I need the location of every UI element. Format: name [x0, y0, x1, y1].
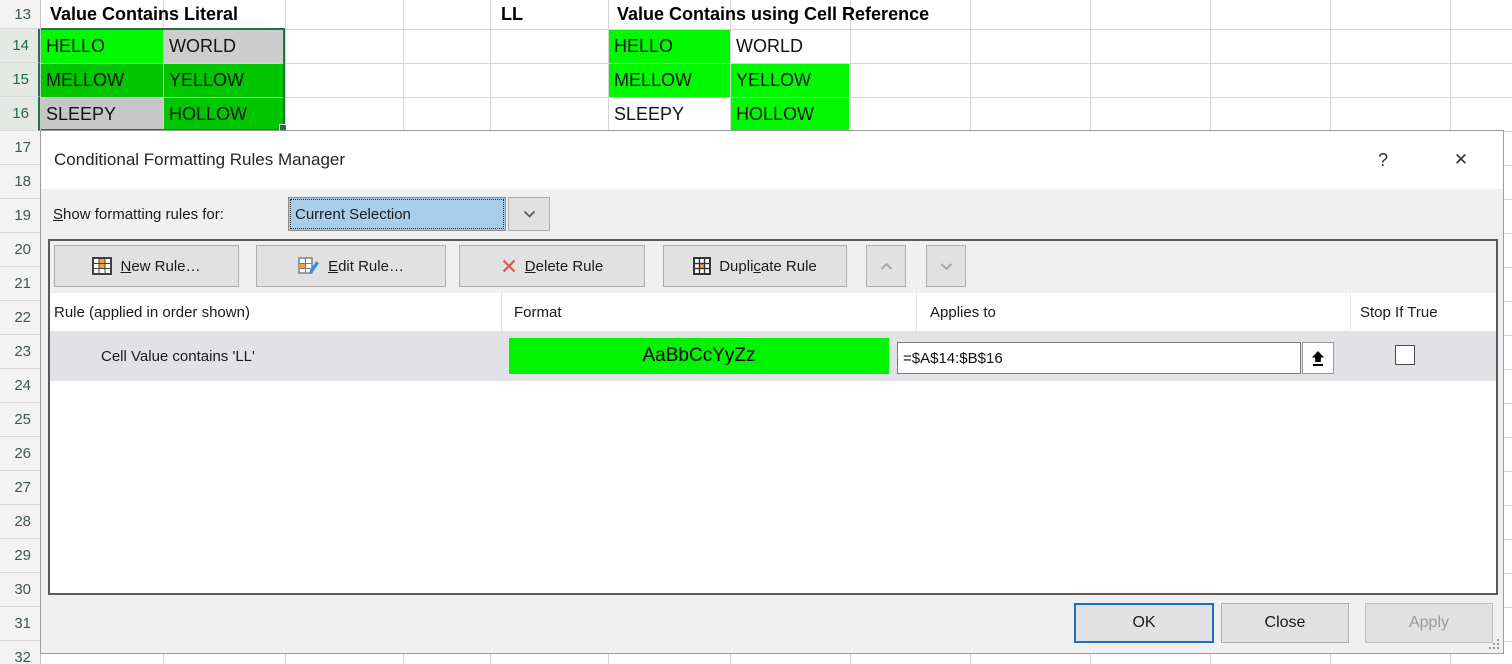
close-button[interactable]: Close	[1221, 603, 1349, 643]
row-header-26[interactable]: 26	[0, 437, 40, 471]
row-header-17[interactable]: 17	[0, 131, 40, 165]
show-rules-label: Show formatting rules for:	[53, 197, 224, 231]
chevron-down-icon	[940, 262, 953, 271]
row-header-20[interactable]: 20	[0, 233, 40, 267]
row-header-28[interactable]: 28	[0, 505, 40, 539]
new-rule-table-icon	[92, 257, 112, 275]
column-header-rule: Rule (applied in order shown)	[50, 293, 501, 331]
apply-button[interactable]: Apply	[1365, 603, 1493, 643]
cell-f14[interactable]: HELLO	[609, 30, 730, 63]
applies-to-input[interactable]	[897, 342, 1301, 374]
duplicate-rule-table-icon	[693, 257, 711, 275]
row-header-24[interactable]: 24	[0, 369, 40, 403]
row-header-31[interactable]: 31	[0, 607, 40, 641]
collapse-range-arrow-icon	[1311, 350, 1325, 367]
row-header-13[interactable]: 13	[0, 0, 40, 29]
collapse-dialog-button[interactable]	[1302, 342, 1334, 374]
row-header-22[interactable]: 22	[0, 301, 40, 335]
row-header-16[interactable]: 16	[0, 97, 40, 131]
duplicate-rule-button[interactable]: Duplicate Rule	[663, 245, 847, 287]
help-icon[interactable]: ?	[1361, 131, 1405, 189]
rules-list-header: Rule (applied in order shown) Format App…	[50, 293, 1496, 331]
column-header-stop: Stop If True	[1350, 293, 1461, 331]
rule-row-selected[interactable]: Cell Value contains 'LL' AaBbCcYyZz	[50, 331, 1496, 381]
dialog-title: Conditional Formatting Rules Manager	[41, 150, 345, 170]
close-icon[interactable]: ✕	[1439, 131, 1483, 189]
row-header-25[interactable]: 25	[0, 403, 40, 437]
excel-app: Value Contains Literal LL Value Contains…	[0, 0, 1512, 664]
resize-grip[interactable]	[1487, 637, 1501, 651]
move-rule-up-button[interactable]	[866, 245, 906, 287]
show-rules-dropdown[interactable]: Current Selection	[288, 197, 550, 231]
cell-f16[interactable]: SLEEPY	[609, 98, 730, 131]
rule-description: Cell Value contains 'LL'	[101, 331, 255, 381]
row-header-32[interactable]: 32	[0, 641, 40, 664]
selection-range-border	[39, 28, 285, 131]
show-rules-selected-value[interactable]: Current Selection	[288, 197, 506, 231]
dialog-titlebar[interactable]: Conditional Formatting Rules Manager ? ✕	[41, 131, 1503, 189]
delete-x-icon	[501, 258, 517, 274]
cell-f15[interactable]: MELLOW	[609, 64, 730, 97]
column-header-format: Format	[501, 293, 916, 331]
cell-g15[interactable]: YELLOW	[731, 64, 849, 97]
dropdown-arrow-button[interactable]	[508, 197, 550, 231]
cell-g14[interactable]: WORLD	[731, 30, 849, 63]
rule-format-preview: AaBbCcYyZz	[509, 338, 889, 374]
cf-rules-manager-dialog: Conditional Formatting Rules Manager ? ✕…	[40, 130, 1504, 654]
row-header-23[interactable]: 23	[0, 335, 40, 369]
row-header-14[interactable]: 14	[0, 29, 40, 63]
new-rule-button[interactable]: New Rule…	[54, 245, 239, 287]
rules-panel: New Rule… Edit Rule…	[48, 239, 1498, 595]
row-header-30[interactable]: 30	[0, 573, 40, 607]
move-rule-down-button[interactable]	[926, 245, 966, 287]
row-header-column: 1314151617181920212223242526272829303132	[0, 0, 41, 664]
cell-e13-ll[interactable]: LL	[496, 0, 523, 29]
row-header-15[interactable]: 15	[0, 63, 40, 97]
cell-f13-header[interactable]: Value Contains using Cell Reference	[612, 0, 929, 29]
row-header-19[interactable]: 19	[0, 199, 40, 233]
row-header-21[interactable]: 21	[0, 267, 40, 301]
delete-rule-button[interactable]: Delete Rule	[459, 245, 645, 287]
chevron-up-icon	[880, 262, 893, 271]
edit-rule-button[interactable]: Edit Rule…	[256, 245, 446, 287]
column-header-applies: Applies to	[916, 293, 1350, 331]
stop-if-true-checkbox[interactable]	[1395, 345, 1415, 365]
row-header-29[interactable]: 29	[0, 539, 40, 573]
cell-g16[interactable]: HOLLOW	[731, 98, 849, 131]
edit-rule-pencil-icon	[298, 257, 320, 275]
row-header-18[interactable]: 18	[0, 165, 40, 199]
row-header-27[interactable]: 27	[0, 471, 40, 505]
rules-toolbar: New Rule… Edit Rule…	[50, 241, 1496, 293]
chevron-down-icon	[523, 210, 536, 219]
cell-a13-header[interactable]: Value Contains Literal	[45, 0, 238, 29]
ok-button[interactable]: OK	[1074, 603, 1214, 643]
